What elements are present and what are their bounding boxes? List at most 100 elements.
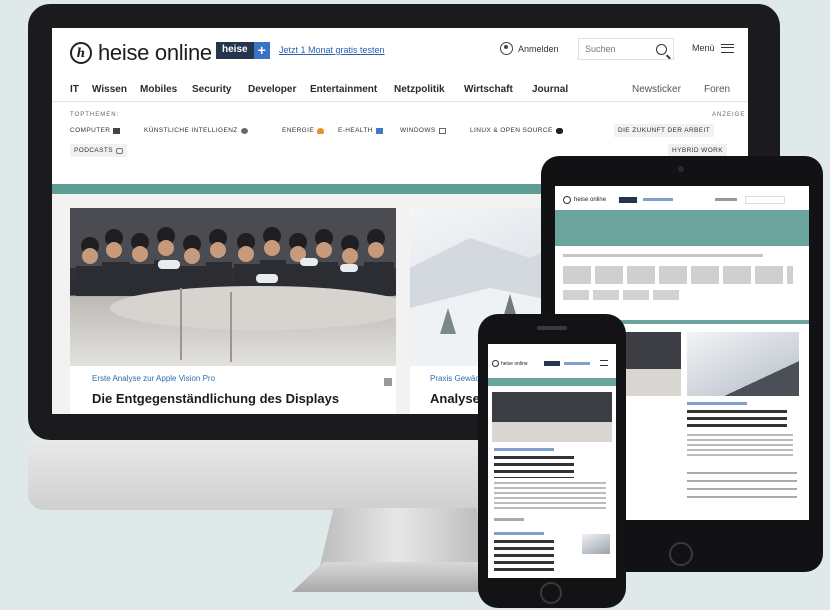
phone-screen: heise online bbox=[488, 344, 616, 578]
phone-article2-kicker bbox=[494, 532, 544, 535]
flame-icon bbox=[317, 127, 325, 134]
phone-home-button[interactable] bbox=[540, 582, 562, 604]
phone-article2-title bbox=[494, 540, 554, 572]
ad-chip-label: DIE ZUKUNFT DER ARBEIT bbox=[618, 127, 711, 134]
phone-article-title bbox=[494, 456, 574, 478]
article-card-vision-pro[interactable]: Erste Analyse zur Apple Vision Pro Die E… bbox=[70, 208, 396, 414]
nav-item-security[interactable]: Security bbox=[192, 84, 231, 95]
plus-badge-word: heise bbox=[216, 42, 254, 59]
login-button[interactable]: Anmelden bbox=[500, 42, 559, 55]
plus-badge-sign: + bbox=[253, 42, 270, 59]
topic-chip-label: KÜNSTLICHE INTELLIGENZ bbox=[144, 127, 238, 134]
hamburger-menu-icon bbox=[720, 43, 734, 53]
search-icon[interactable] bbox=[656, 43, 667, 55]
tablet-article-kicker bbox=[687, 402, 747, 405]
search-box[interactable] bbox=[578, 38, 674, 60]
imac-stand-neck bbox=[320, 508, 490, 566]
tablet-nav-row bbox=[563, 254, 763, 257]
tablet-topic-chips-row2 bbox=[563, 290, 683, 300]
crowd-photo-illustration bbox=[70, 208, 396, 362]
phone-article-teaser bbox=[494, 482, 606, 510]
nav-item-entertainment[interactable]: Entertainment bbox=[310, 84, 377, 95]
windows-icon bbox=[438, 127, 446, 134]
ad-chip-zukunft-arbeit[interactable]: DIE ZUKUNFT DER ARBEIT bbox=[614, 124, 715, 137]
share-icon[interactable] bbox=[384, 378, 392, 386]
nav-item-netzpolitik[interactable]: Netzpolitik bbox=[394, 84, 445, 95]
tablet-topic-chips bbox=[563, 266, 793, 284]
article-title[interactable]: Die Entgegenständlichung des Displays bbox=[92, 391, 339, 406]
tablet-article-teaser bbox=[687, 434, 793, 456]
topic-chip-linux[interactable]: LINUX & OPEN SOURCE bbox=[466, 124, 567, 137]
penguin-icon bbox=[555, 127, 563, 134]
menu-label: Menü bbox=[692, 43, 715, 53]
topics-label: TOPTHEMEN: bbox=[70, 112, 120, 118]
podcast-icon bbox=[115, 147, 123, 154]
ad-chip-label: HYBRID WORK bbox=[672, 147, 723, 154]
tablet-teal-banner bbox=[555, 210, 809, 246]
topic-chip-windows[interactable]: WINDOWS bbox=[396, 124, 450, 137]
phone-plus-badge bbox=[544, 361, 560, 366]
menu-button[interactable]: Menü bbox=[692, 43, 734, 53]
phone-logo: heise online bbox=[492, 360, 528, 367]
phone-frame: heise online bbox=[478, 314, 626, 608]
phone-teal-band bbox=[488, 378, 616, 386]
phone-menu-icon bbox=[600, 360, 608, 366]
ad-label: ANZEIGE bbox=[712, 112, 746, 118]
phone-article-kicker bbox=[494, 448, 554, 451]
phone-article-photo bbox=[492, 392, 612, 442]
tablet-related-links bbox=[687, 472, 797, 502]
nav-item-it[interactable]: IT bbox=[70, 84, 79, 95]
tablet-promo-link bbox=[643, 198, 673, 201]
topic-chip-label: LINUX & OPEN SOURCE bbox=[470, 127, 553, 134]
logo-text: heise online bbox=[98, 40, 212, 65]
user-icon bbox=[500, 42, 513, 55]
login-label: Anmelden bbox=[518, 43, 559, 54]
nav-item-developer[interactable]: Developer bbox=[248, 84, 296, 95]
heise-logo[interactable]: h heise online bbox=[70, 40, 212, 66]
topic-chip-label: WINDOWS bbox=[400, 127, 436, 134]
phone-logo-text: heise online bbox=[501, 360, 528, 367]
article-title[interactable]: Analyse bbox=[430, 391, 480, 406]
topic-chip-computer[interactable]: COMPUTER bbox=[66, 124, 125, 137]
article-kicker[interactable]: Erste Analyse zur Apple Vision Pro bbox=[92, 374, 215, 383]
nav-item-foren[interactable]: Foren bbox=[704, 84, 730, 95]
nav-item-newsticker[interactable]: Newsticker bbox=[632, 84, 681, 95]
tablet-login bbox=[715, 198, 737, 201]
laptop-icon bbox=[113, 127, 121, 134]
topic-chip-label: COMPUTER bbox=[70, 127, 111, 134]
topic-chip-label: ENERGIE bbox=[282, 127, 315, 134]
nav-item-wirtschaft[interactable]: Wirtschaft bbox=[464, 84, 513, 95]
phone-promo-link bbox=[564, 362, 590, 365]
topic-chip-podcasts[interactable]: PODCASTS bbox=[70, 144, 127, 157]
tablet-home-button[interactable] bbox=[669, 542, 693, 566]
health-cross-icon bbox=[375, 127, 383, 134]
main-navigation: IT Wissen Mobiles Security Developer Ent… bbox=[52, 80, 748, 102]
tablet-logo-icon bbox=[563, 196, 571, 204]
heise-plus-badge[interactable]: heise + bbox=[216, 42, 270, 59]
tablet-article-title bbox=[687, 410, 787, 428]
phone-article-meta bbox=[494, 518, 524, 521]
tablet-logo-text: heise online bbox=[574, 197, 607, 203]
article-photo-vision-pro bbox=[70, 208, 396, 366]
tablet-logo: heise online bbox=[563, 196, 606, 204]
topic-chip-ehealth[interactable]: E-HEALTH bbox=[334, 124, 387, 137]
search-input[interactable] bbox=[585, 44, 649, 54]
topic-chip-energie[interactable]: ENERGIE bbox=[278, 124, 329, 137]
phone-speaker bbox=[537, 326, 567, 330]
site-header: h heise online heise + Jetzt 1 Monat gra… bbox=[52, 28, 748, 74]
topic-chip-ki[interactable]: KÜNSTLICHE INTELLIGENZ bbox=[140, 124, 252, 137]
brain-icon bbox=[240, 127, 248, 134]
tablet-camera-icon bbox=[678, 166, 684, 172]
nav-item-mobiles[interactable]: Mobiles bbox=[140, 84, 177, 95]
topic-chip-label: PODCASTS bbox=[74, 147, 113, 154]
promo-link[interactable]: Jetzt 1 Monat gratis testen bbox=[279, 45, 385, 55]
tablet-search bbox=[745, 196, 785, 204]
topic-chip-label: E-HEALTH bbox=[338, 127, 373, 134]
nav-item-journal[interactable]: Journal bbox=[532, 84, 568, 95]
tablet-plus-badge bbox=[619, 197, 637, 203]
tablet-article-photo-2 bbox=[687, 332, 799, 396]
nav-item-wissen[interactable]: Wissen bbox=[92, 84, 127, 95]
heise-logo-icon: h bbox=[70, 42, 92, 64]
phone-article2-photo bbox=[582, 534, 610, 554]
phone-logo-icon bbox=[492, 360, 499, 367]
